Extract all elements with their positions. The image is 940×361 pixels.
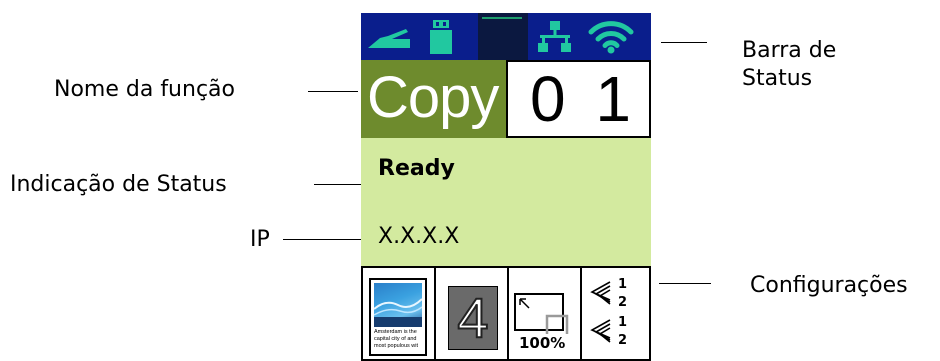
usb-drive-icon — [430, 20, 452, 54]
status-bar-leader — [661, 42, 707, 43]
function-name[interactable]: Copy — [361, 60, 506, 138]
status-indication-leader — [314, 184, 362, 185]
status-bar-empty-slot — [478, 13, 528, 60]
svg-text:2: 2 — [618, 333, 627, 348]
svg-text:2: 2 — [618, 295, 627, 310]
thumbnail-image — [373, 283, 423, 327]
status-indication-callout: Indicação de Status — [10, 172, 227, 197]
status-bar-indicator-line — [482, 17, 522, 19]
zoom-setting[interactable]: 100% — [509, 268, 582, 359]
svg-text:1: 1 — [618, 277, 627, 292]
status-bar — [361, 13, 651, 60]
settings-callout: Configurações — [750, 273, 908, 298]
scanner-icon — [368, 29, 410, 48]
thumbnail-wave-icon — [373, 298, 423, 327]
zoom-icon — [514, 293, 569, 334]
status-area: Ready X.X.X.X — [361, 138, 651, 266]
svg-text:1: 1 — [618, 315, 627, 330]
collate-setting[interactable]: 1 2 1 2 — [582, 268, 651, 359]
ip-address: X.X.X.X — [378, 224, 460, 249]
network-icon — [538, 21, 571, 52]
wifi-icon — [588, 21, 634, 54]
function-name-leader — [308, 91, 358, 92]
density-icon: 4 — [448, 286, 498, 350]
status-bar-callout: Barra de Status — [742, 37, 836, 93]
status-text: Ready — [378, 156, 455, 181]
thumbnail-text: Amsterdam is the capital city of and mos… — [374, 329, 419, 349]
device-screen: Copy 0 1 Ready X.X.X.X Amsterdam is the … — [361, 13, 651, 361]
copy-count[interactable]: 0 1 — [506, 60, 651, 138]
status-bar-callout-line2: Status — [742, 66, 813, 91]
settings-leader — [659, 283, 711, 284]
density-setting[interactable]: 4 — [436, 268, 509, 359]
collate-icon: 1 2 1 2 — [590, 277, 627, 348]
ip-callout: IP — [250, 227, 270, 252]
settings-row: Amsterdam is the capital city of and mos… — [361, 266, 651, 361]
document-type-setting[interactable]: Amsterdam is the capital city of and mos… — [363, 268, 436, 359]
document-type-icon: Amsterdam is the capital city of and mos… — [369, 278, 427, 356]
status-bar-callout-line1: Barra de — [742, 38, 837, 63]
function-row: Copy 0 1 — [361, 60, 651, 138]
zoom-level: 100% — [519, 334, 566, 352]
function-name-callout: Nome da função — [54, 77, 235, 102]
